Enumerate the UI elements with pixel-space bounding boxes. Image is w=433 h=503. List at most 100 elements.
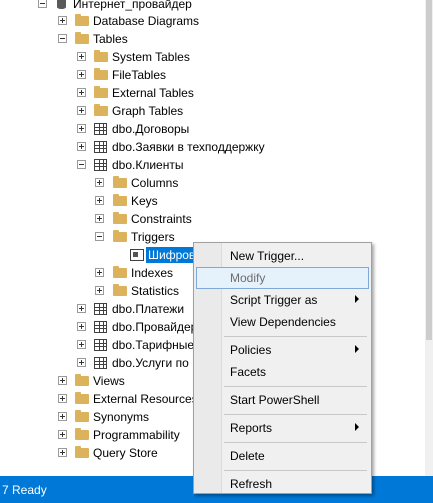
tree-node-constraints[interactable]: Constraints: [0, 210, 433, 228]
folder-icon: [94, 104, 108, 116]
expand-icon[interactable]: [95, 214, 104, 223]
tree-node-label: Columns: [131, 176, 179, 190]
menu-item-new-trigger[interactable]: New Trigger...: [196, 245, 369, 267]
expand-icon[interactable]: [77, 52, 86, 61]
tree-node-label: dbo.Заявки в техподдержку: [112, 140, 265, 154]
submenu-arrow-icon: [355, 345, 359, 353]
expand-icon[interactable]: [95, 178, 104, 187]
tree-node-label: External Resources: [93, 392, 198, 406]
folder-icon: [75, 392, 89, 404]
tree-node-database-diagrams[interactable]: Database Diagrams: [0, 12, 433, 30]
tree-node-label: dbo.Услуги по: [112, 356, 189, 370]
tree-node-label: Synonyms: [93, 410, 150, 424]
table-icon: [94, 339, 107, 351]
tree-node-label: dbo.Клиенты: [112, 158, 184, 172]
expand-icon[interactable]: [77, 142, 86, 151]
expand-icon[interactable]: [77, 106, 86, 115]
tree-node-columns[interactable]: Columns: [0, 174, 433, 192]
tree-node-label: System Tables: [112, 50, 190, 64]
tree-node-table-dogovory[interactable]: dbo.Договоры: [0, 120, 433, 138]
expand-icon[interactable]: [58, 412, 67, 421]
tree-node-label: Constraints: [131, 212, 192, 226]
expand-icon[interactable]: [95, 286, 104, 295]
folder-icon: [113, 266, 127, 278]
vertical-scrollbar[interactable]: [425, 0, 433, 476]
table-icon: [94, 159, 107, 171]
menu-item-policies[interactable]: Policies: [196, 339, 369, 361]
menu-item-refresh[interactable]: Refresh: [196, 473, 369, 495]
tree-node-label: Triggers: [131, 230, 175, 244]
folder-icon: [113, 212, 127, 224]
expand-icon[interactable]: [77, 322, 86, 331]
folder-icon: [113, 176, 127, 188]
collapse-icon[interactable]: [95, 232, 104, 241]
tree-node-label: Tables: [93, 32, 128, 46]
folder-icon: [75, 410, 89, 422]
menu-item-modify[interactable]: Modify: [196, 267, 369, 289]
tree-node-system-tables[interactable]: System Tables: [0, 48, 433, 66]
table-icon: [94, 303, 107, 315]
menu-separator: [224, 414, 367, 415]
tree-node-label: Indexes: [131, 266, 174, 280]
tree-node-label: Database Diagrams: [93, 14, 200, 28]
expand-icon[interactable]: [77, 88, 86, 97]
status-glyph: 7: [2, 483, 9, 497]
expand-icon[interactable]: [58, 376, 67, 385]
menu-item-delete[interactable]: Delete: [196, 445, 369, 467]
folder-icon: [113, 194, 127, 206]
expand-icon[interactable]: [95, 196, 104, 205]
collapse-icon[interactable]: [38, 0, 47, 8]
menu-item-label: Reports: [230, 421, 273, 435]
tree-node-label: dbo.Тарифные: [112, 338, 194, 352]
menu-item-label: Delete: [230, 449, 265, 463]
folder-icon: [75, 14, 89, 26]
expand-icon[interactable]: [58, 430, 67, 439]
tree-node-table-zayavki[interactable]: dbo.Заявки в техподдержку: [0, 138, 433, 156]
expand-icon[interactable]: [58, 448, 67, 457]
menu-item-label: Facets: [230, 365, 267, 379]
menu-item-label: Policies: [230, 343, 272, 357]
tree-node-table-klienty[interactable]: dbo.Клиенты: [0, 156, 433, 174]
expand-icon[interactable]: [77, 358, 86, 367]
folder-icon: [94, 86, 108, 98]
expand-icon[interactable]: [77, 124, 86, 133]
menu-item-label: Script Trigger as: [230, 293, 318, 307]
menu-item-start-powershell[interactable]: Start PowerShell: [196, 389, 369, 411]
tree-node-tables[interactable]: Tables: [0, 30, 433, 48]
tree-node-filetables[interactable]: FileTables: [0, 66, 433, 84]
table-icon: [94, 141, 107, 153]
context-menu: New Trigger... Modify Script Trigger as …: [193, 242, 372, 494]
expand-icon[interactable]: [77, 70, 86, 79]
folder-icon: [75, 374, 89, 386]
tree-node-label: External Tables: [112, 86, 194, 100]
tree-node-label: Интернет_провайдер: [73, 0, 192, 11]
folder-icon: [94, 50, 108, 62]
tree-node-label: Graph Tables: [112, 104, 184, 118]
tree-node-graph-tables[interactable]: Graph Tables: [0, 102, 433, 120]
table-icon: [94, 357, 107, 369]
tree-node-keys[interactable]: Keys: [0, 192, 433, 210]
menu-item-reports[interactable]: Reports: [196, 417, 369, 439]
folder-icon: [113, 230, 127, 242]
expand-icon[interactable]: [77, 340, 86, 349]
tree-node-label: Statistics: [131, 284, 180, 298]
expand-icon[interactable]: [77, 304, 86, 313]
menu-item-facets[interactable]: Facets: [196, 361, 369, 383]
menu-item-label: Modify: [230, 271, 266, 285]
menu-item-label: Refresh: [230, 477, 273, 491]
folder-icon: [94, 68, 108, 80]
menu-item-script-trigger-as[interactable]: Script Trigger as: [196, 289, 369, 311]
menu-separator: [224, 442, 367, 443]
menu-item-view-dependencies[interactable]: View Dependencies: [196, 311, 369, 333]
folder-icon: [75, 32, 89, 44]
menu-item-label: New Trigger...: [230, 249, 305, 263]
expand-icon[interactable]: [95, 268, 104, 277]
tree-node-external-tables[interactable]: External Tables: [0, 84, 433, 102]
scrollbar-thumb[interactable]: [426, 0, 432, 340]
expand-icon[interactable]: [58, 16, 67, 25]
collapse-icon[interactable]: [77, 160, 86, 169]
collapse-icon[interactable]: [58, 34, 67, 43]
folder-icon: [75, 428, 89, 440]
expand-icon[interactable]: [58, 394, 67, 403]
folder-icon: [113, 284, 127, 296]
